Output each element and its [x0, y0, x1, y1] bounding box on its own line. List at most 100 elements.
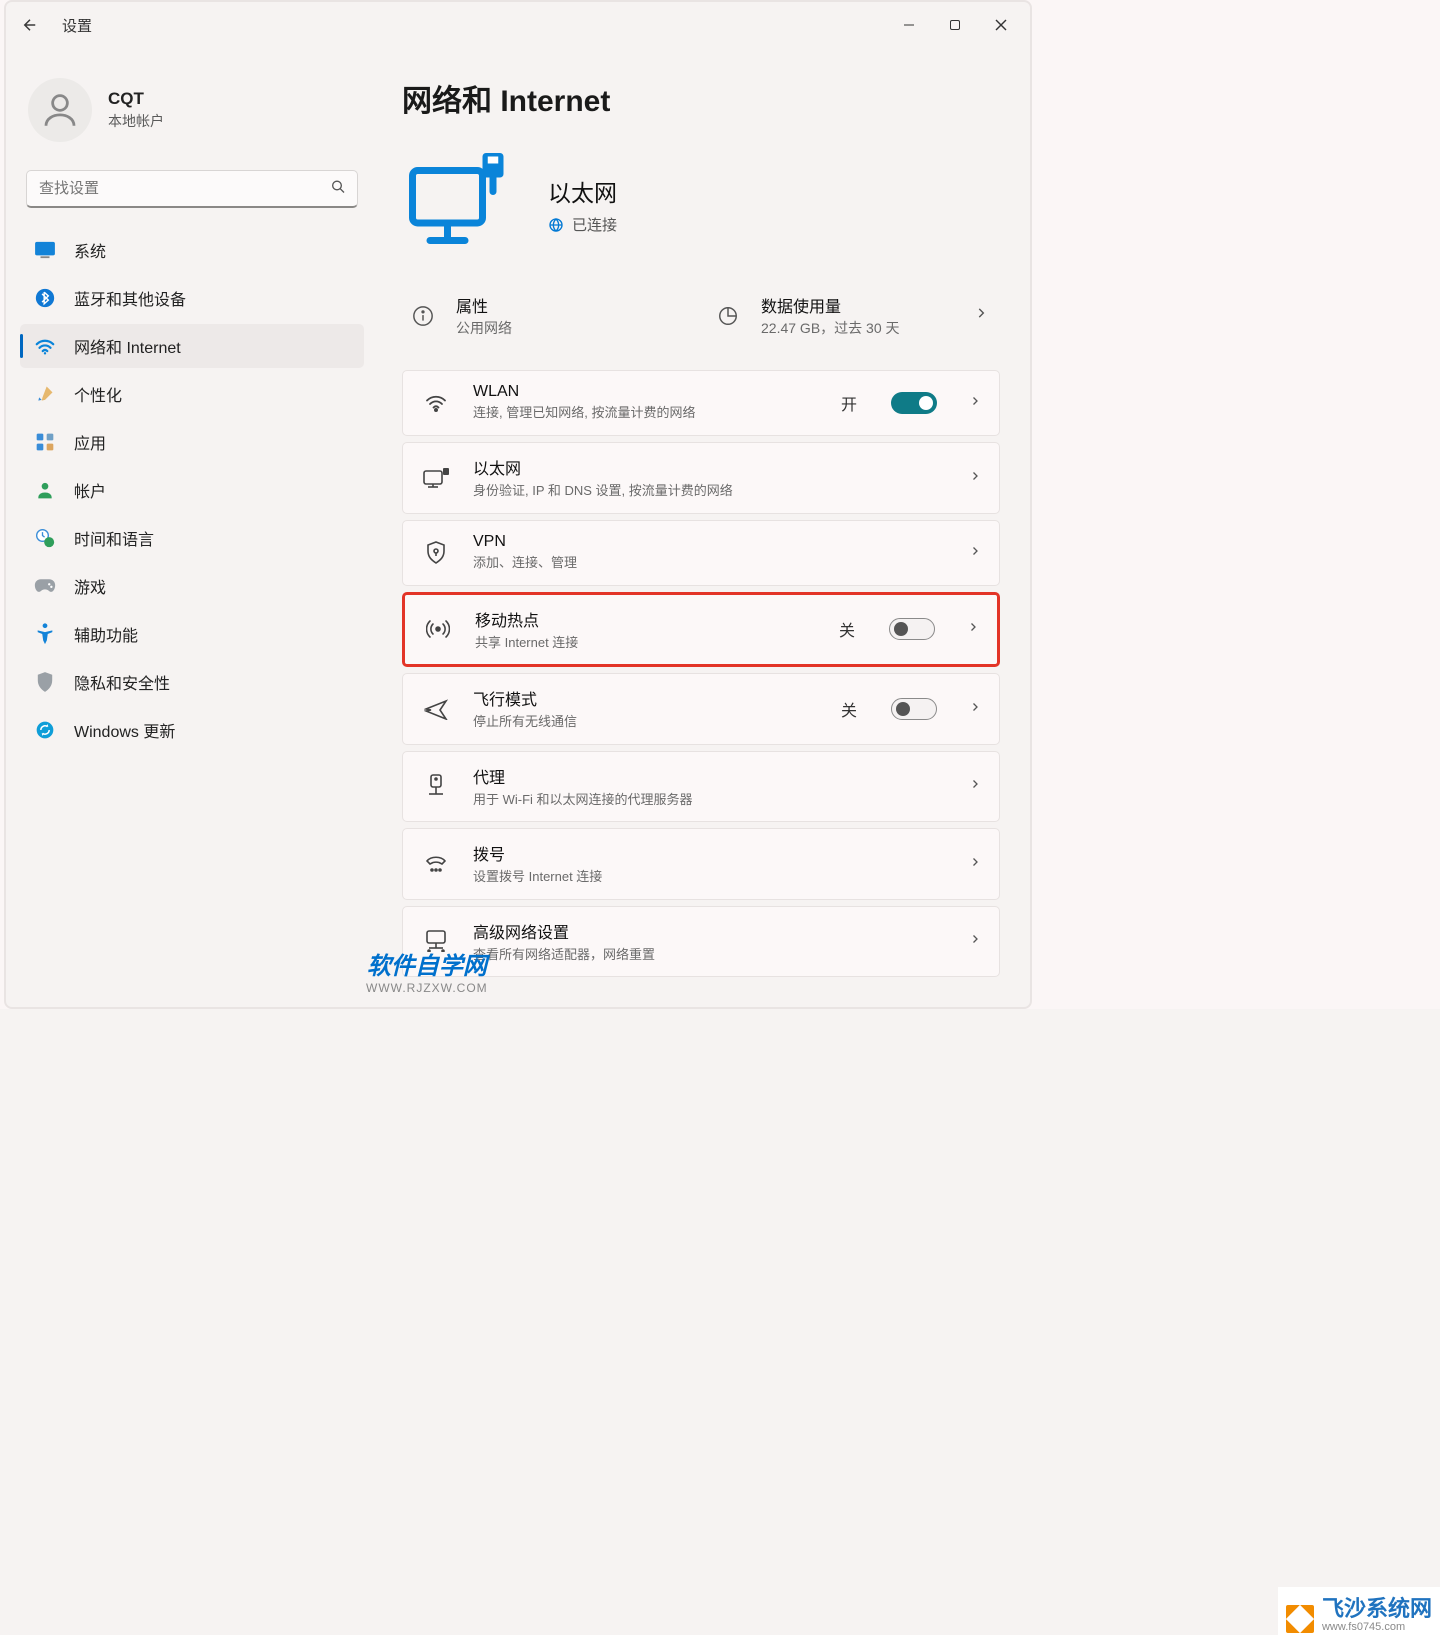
search-icon [330, 179, 346, 200]
card-title: WLAN [473, 383, 819, 401]
card-proxy[interactable]: 代理 用于 Wi-Fi 和以太网连接的代理服务器 [402, 751, 1000, 823]
nav-update[interactable]: Windows 更新 [20, 708, 364, 752]
watermark-left: 软件自学网 WWW.RJZXW.COM [366, 946, 488, 995]
chevron-right-icon [969, 932, 981, 950]
toggle-state-label: 关 [839, 617, 855, 641]
nav-label: 网络和 Internet [74, 334, 181, 358]
maximize-button[interactable] [932, 9, 978, 41]
nav-label: 系统 [74, 238, 106, 262]
chevron-right-icon [969, 777, 981, 795]
account-icon [34, 479, 56, 501]
display-icon [34, 239, 56, 261]
nav-gaming[interactable]: 游戏 [20, 564, 364, 608]
account-sub: 本地帐户 [108, 111, 164, 131]
close-icon [995, 19, 1007, 31]
connection-status: 以太网 已连接 [402, 146, 1000, 263]
sidebar: CQT 本地帐户 系统 蓝牙和其他设备 [20, 58, 372, 977]
status-sub: 已连接 [572, 214, 617, 235]
chevron-right-icon [969, 700, 981, 718]
nav-label: 隐私和安全性 [74, 670, 170, 694]
ethernet-hero-icon [402, 146, 514, 263]
card-sub: 查看所有网络适配器，网络重置 [473, 945, 753, 965]
nav-privacy[interactable]: 隐私和安全性 [20, 660, 364, 704]
card-vpn[interactable]: VPN 添加、连接、管理 [402, 520, 1000, 586]
info-icon [408, 301, 438, 331]
card-wlan[interactable]: WLAN 连接, 管理已知网络, 按流量计费的网络 开 [402, 370, 1000, 436]
chevron-right-icon [969, 855, 981, 873]
nav-time[interactable]: 时间和语言 [20, 516, 364, 560]
person-icon [39, 89, 81, 131]
airplane-toggle[interactable] [891, 698, 937, 720]
card-sub: 设置拨号 Internet 连接 [473, 867, 753, 887]
card-sub: 用于 Wi-Fi 和以太网连接的代理服务器 [473, 790, 753, 810]
card-hotspot[interactable]: 移动热点 共享 Internet 连接 关 [402, 592, 1000, 668]
nav-label: Windows 更新 [74, 718, 175, 742]
chevron-right-icon [969, 394, 981, 412]
settings-list: WLAN 连接, 管理已知网络, 按流量计费的网络 开 以太网 身份验证, IP… [402, 370, 1000, 977]
card-title: 拨号 [473, 841, 937, 865]
avatar [28, 78, 92, 142]
page-title: 网络和 Internet [402, 76, 1000, 120]
watermark-left-url: WWW.RJZXW.COM [366, 981, 488, 995]
wifi-icon [34, 335, 56, 357]
minimize-button[interactable] [886, 9, 932, 41]
card-title: 代理 [473, 764, 937, 788]
back-button[interactable] [12, 7, 48, 43]
close-button[interactable] [978, 9, 1024, 41]
toggle-state-label: 关 [841, 697, 857, 721]
card-sub: 共享 Internet 连接 [475, 633, 755, 653]
chevron-right-icon [969, 544, 981, 562]
main: 网络和 Internet 以太网 已连 [372, 58, 1030, 977]
card-airplane[interactable]: 飞行模式 停止所有无线通信 关 [402, 673, 1000, 745]
properties-card[interactable]: 属性 公用网络 [402, 283, 695, 348]
card-title: VPN [473, 533, 937, 551]
nav-apps[interactable]: 应用 [20, 420, 364, 464]
minimize-icon [903, 19, 915, 31]
search-input[interactable] [26, 170, 358, 208]
card-title: 高级网络设置 [473, 919, 937, 943]
brush-icon [34, 383, 56, 405]
accessibility-icon [34, 623, 56, 645]
info-row: 属性 公用网络 数据使用量 22.47 GB，过去 30 天 [402, 283, 1000, 348]
account-name: CQT [108, 89, 164, 109]
status-title: 以太网 [548, 174, 617, 208]
nav-network[interactable]: 网络和 Internet [20, 324, 364, 368]
chart-icon [713, 301, 743, 331]
phone-icon [421, 854, 451, 874]
card-ethernet[interactable]: 以太网 身份验证, IP 和 DNS 设置, 按流量计费的网络 [402, 442, 1000, 514]
search-wrap [26, 170, 358, 208]
watermark-left-title: 软件自学网 [366, 946, 488, 981]
brand-mark-icon [1286, 1605, 1314, 1633]
card-title: 移动热点 [475, 607, 817, 631]
data-usage-title: 数据使用量 [761, 293, 900, 317]
globe-icon [548, 217, 564, 233]
account-block[interactable]: CQT 本地帐户 [20, 58, 364, 164]
nav-label: 游戏 [74, 574, 106, 598]
card-sub: 身份验证, IP 和 DNS 设置, 按流量计费的网络 [473, 481, 753, 501]
back-arrow-icon [21, 16, 39, 34]
lock-shield-icon [421, 541, 451, 565]
hotspot-toggle[interactable] [889, 618, 935, 640]
brand-watermark: 飞沙系统网 www.fs0745.com [1278, 1587, 1440, 1635]
toggle-state-label: 开 [841, 391, 857, 415]
window-title: 设置 [62, 15, 92, 36]
clock-globe-icon [34, 527, 56, 549]
card-title: 飞行模式 [473, 686, 819, 710]
hotspot-icon [423, 618, 453, 640]
nav-bluetooth[interactable]: 蓝牙和其他设备 [20, 276, 364, 320]
chevron-right-icon [974, 306, 994, 325]
card-advanced[interactable]: 高级网络设置 查看所有网络适配器，网络重置 [402, 906, 1000, 978]
data-usage-card[interactable]: 数据使用量 22.47 GB，过去 30 天 [707, 283, 1000, 348]
maximize-icon [949, 19, 961, 31]
apps-icon [34, 431, 56, 453]
nav-label: 个性化 [74, 382, 122, 406]
nav-accessibility[interactable]: 辅助功能 [20, 612, 364, 656]
nav-label: 辅助功能 [74, 622, 138, 646]
nav-personalize[interactable]: 个性化 [20, 372, 364, 416]
nav-accounts[interactable]: 帐户 [20, 468, 364, 512]
update-icon [34, 719, 56, 741]
card-dialup[interactable]: 拨号 设置拨号 Internet 连接 [402, 828, 1000, 900]
brand-name: 飞沙系统网 [1322, 1591, 1432, 1623]
nav-system[interactable]: 系统 [20, 228, 364, 272]
wlan-toggle[interactable] [891, 392, 937, 414]
